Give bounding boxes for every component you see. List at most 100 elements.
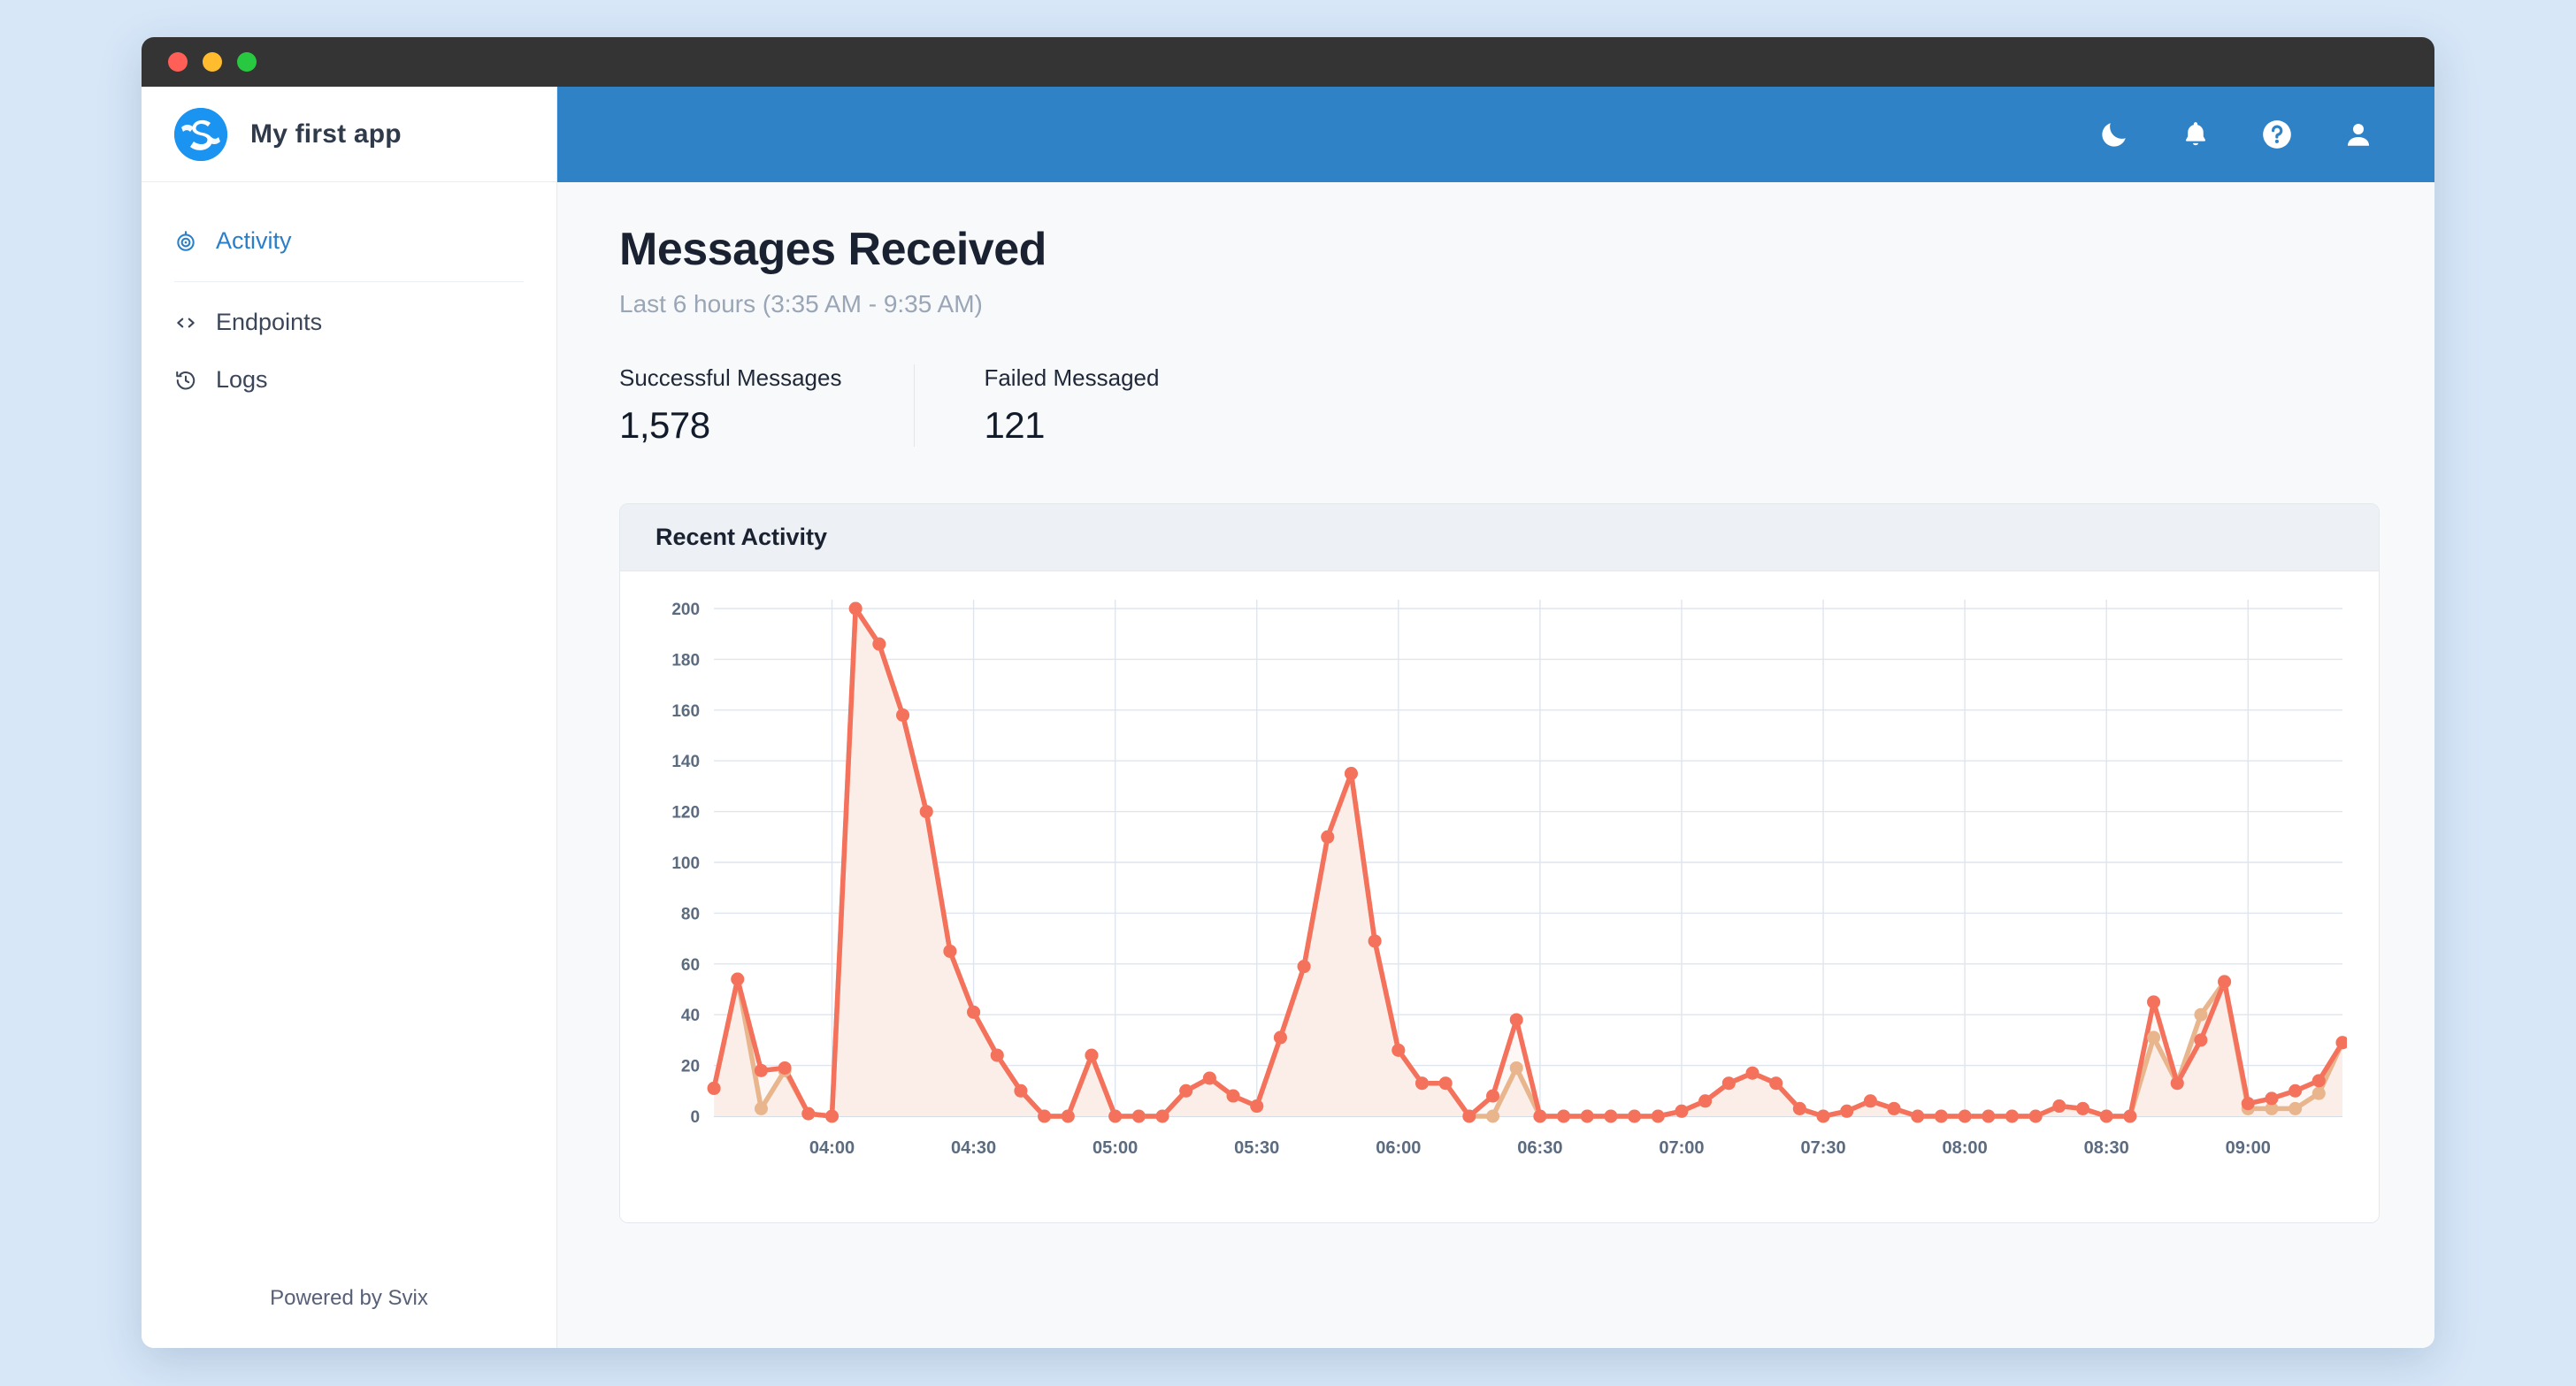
window-titlebar [142,37,2434,87]
chart-point[interactable] [2005,1110,2019,1123]
chart-point[interactable] [731,973,744,986]
window-zoom-button[interactable] [237,52,257,72]
window-minimize-button[interactable] [203,52,222,72]
y-axis-tick-label: 160 [671,702,700,721]
activity-chart[interactable]: 02040608010012014016018020004:0004:3005:… [629,589,2347,1199]
chart-point[interactable] [755,1064,768,1077]
chart-point[interactable] [991,1049,1004,1062]
chart-point[interactable] [1510,1013,1523,1026]
chart-point[interactable] [1156,1110,1169,1123]
chart-point[interactable] [1439,1076,1453,1090]
chart-point[interactable] [920,805,933,818]
chart-point[interactable] [2100,1110,2113,1123]
chart-point[interactable] [2123,1110,2136,1123]
sidebar-item-endpoints[interactable]: Endpoints [142,294,556,351]
chart-point[interactable] [825,1110,839,1123]
bell-icon[interactable] [2177,116,2214,153]
chart-point[interactable] [1014,1084,1027,1098]
chart-point[interactable] [1179,1084,1192,1098]
card-body: 02040608010012014016018020004:0004:3005:… [620,571,2379,1222]
person-icon[interactable] [2340,116,2377,153]
chart-point[interactable] [2312,1087,2326,1100]
chart-point[interactable] [943,945,956,958]
sidebar-item-logs[interactable]: Logs [142,351,556,409]
chart-point[interactable] [1321,831,1334,844]
page-subtitle: Last 6 hours (3:35 AM - 9:35 AM) [619,290,2373,318]
chart-point[interactable] [1203,1071,1216,1084]
activity-line-chart[interactable]: 02040608010012014016018020004:0004:3005:… [629,589,2347,1199]
chart-point[interactable] [1935,1110,1948,1123]
browser-window: My first app Activity [142,37,2434,1348]
chart-point[interactable] [967,1006,980,1019]
chart-point[interactable] [1108,1110,1122,1123]
chart-point[interactable] [1038,1110,1051,1123]
chart-point[interactable] [2147,995,2160,1008]
chart-point[interactable] [2194,1033,2207,1046]
chart-point[interactable] [2194,1008,2207,1022]
chart-point[interactable] [1415,1076,1429,1090]
chart-point[interactable] [2052,1099,2066,1113]
chart-point[interactable] [1486,1110,1499,1123]
chart-point[interactable] [1250,1099,1263,1113]
chart-point[interactable] [2218,975,2231,988]
chart-point[interactable] [1227,1090,1240,1103]
chart-point[interactable] [1769,1076,1782,1090]
chart-point[interactable] [1274,1031,1287,1045]
chart-point[interactable] [1533,1110,1546,1123]
chart-point[interactable] [2288,1102,2302,1115]
chart-point[interactable] [1982,1110,1995,1123]
chart-point[interactable] [1864,1094,1877,1107]
chart-point[interactable] [1840,1105,1853,1118]
chart-point[interactable] [2029,1110,2043,1123]
chart-point[interactable] [755,1102,768,1115]
chart-point[interactable] [1557,1110,1570,1123]
sidebar-brand[interactable]: My first app [142,87,556,182]
chart-point[interactable] [1132,1110,1146,1123]
chart-point[interactable] [1745,1067,1759,1080]
chart-point[interactable] [849,602,862,616]
chart-point[interactable] [1345,767,1358,780]
chart-point[interactable] [1581,1110,1594,1123]
y-axis-tick-label: 20 [681,1058,700,1076]
chart-point[interactable] [1486,1090,1499,1103]
window-close-button[interactable] [168,52,188,72]
chart-point[interactable] [1298,960,1311,973]
chart-point[interactable] [801,1107,815,1121]
chart-point[interactable] [1911,1110,1924,1123]
chart-point[interactable] [1392,1044,1405,1057]
sidebar-item-activity[interactable]: Activity [142,212,556,270]
chart-point[interactable] [1628,1110,1641,1123]
chart-point[interactable] [1368,934,1382,947]
chart-point[interactable] [1510,1061,1523,1075]
chart-point[interactable] [1062,1110,1075,1123]
stats-row: Successful Messages 1,578 Failed Message… [619,364,2373,447]
chart-point[interactable] [1817,1110,1830,1123]
chart-point[interactable] [1652,1110,1665,1123]
chart-point[interactable] [2312,1074,2326,1087]
chart-point[interactable] [778,1061,792,1075]
chart-point[interactable] [1675,1105,1688,1118]
chart-point[interactable] [2265,1091,2278,1105]
chart-point[interactable] [2076,1102,2089,1115]
chart-point[interactable] [1888,1102,1901,1115]
chart-point[interactable] [1698,1094,1712,1107]
moon-icon[interactable] [2096,116,2133,153]
chart-point[interactable] [1722,1076,1736,1090]
chart-point[interactable] [1462,1110,1476,1123]
chart-point[interactable] [708,1082,721,1095]
chart-point[interactable] [1604,1110,1617,1123]
sidebar-spacer [142,409,556,1286]
chart-point[interactable] [896,708,909,722]
y-axis-tick-label: 180 [671,651,700,670]
chart-point[interactable] [2171,1076,2184,1090]
chart-point[interactable] [1959,1110,1972,1123]
chart-point[interactable] [872,638,886,651]
chart-point[interactable] [1085,1049,1098,1062]
chart-point[interactable] [2242,1097,2255,1110]
sidebar-nav: Activity Endpoints [142,182,556,409]
svix-logo-icon [174,108,227,161]
chart-point[interactable] [1793,1102,1806,1115]
chart-point[interactable] [2288,1084,2302,1098]
chart-point[interactable] [2147,1031,2160,1045]
question-circle-icon[interactable] [2258,116,2296,153]
